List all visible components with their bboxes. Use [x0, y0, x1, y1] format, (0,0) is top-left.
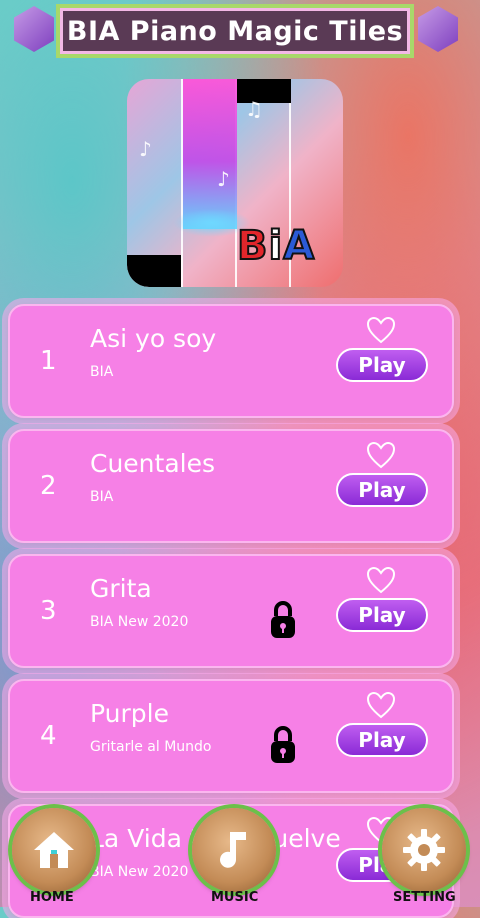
music-note-icon: ♪ [217, 167, 230, 191]
song-card[interactable]: 2 Cuentales BIA Play [8, 429, 454, 543]
song-artist: BIA New 2020 [90, 614, 189, 630]
home-icon [34, 832, 74, 868]
hex-ornament-right-icon [418, 6, 458, 52]
play-button[interactable]: Play [336, 598, 428, 632]
home-button[interactable] [12, 808, 96, 892]
music-note-icon [220, 832, 246, 868]
song-number: 2 [40, 471, 57, 501]
setting-label: SETTING [393, 890, 456, 905]
song-artist: BIA [90, 364, 114, 380]
bia-logo-a: A [282, 222, 316, 270]
song-title: Asi yo soy [90, 324, 217, 353]
black-tile-bottom [127, 255, 181, 287]
song-artist: Gritarle al Mundo [90, 739, 212, 755]
music-label: MUSIC [211, 890, 259, 905]
heart-icon[interactable] [366, 316, 396, 344]
play-button[interactable]: Play [336, 473, 428, 507]
bottom-nav: HOME MUSIC SETTING [0, 808, 480, 907]
music-button[interactable] [192, 808, 276, 892]
lock-icon [271, 601, 295, 638]
heart-icon[interactable] [366, 441, 396, 469]
glowing-tile [183, 79, 237, 229]
song-card[interactable]: 3 Grita BIA New 2020 Play [8, 554, 454, 668]
song-number: 3 [40, 596, 57, 626]
song-artist: BIA [90, 489, 114, 505]
heart-icon[interactable] [366, 691, 396, 719]
song-card[interactable]: 4 Purple Gritarle al Mundo Play [8, 679, 454, 793]
play-button[interactable]: Play [336, 348, 428, 382]
lock-icon [271, 726, 295, 763]
song-number: 4 [40, 721, 57, 751]
home-label: HOME [30, 890, 74, 905]
gear-icon [403, 829, 445, 871]
heart-icon[interactable] [366, 566, 396, 594]
play-button[interactable]: Play [336, 723, 428, 757]
app-title: BIA Piano Magic Tiles [66, 15, 404, 47]
music-note-icon: ♫ [245, 97, 263, 121]
hex-ornament-left-icon [14, 6, 54, 52]
title-bar: BIA Piano Magic Tiles [0, 0, 480, 66]
song-title: Purple [90, 699, 169, 728]
song-title: Cuentales [90, 449, 215, 478]
bia-logo-b: B [236, 222, 269, 270]
title-banner: BIA Piano Magic Tiles [56, 4, 414, 58]
song-card[interactable]: 1 Asi yo soy BIA Play [8, 304, 454, 418]
bia-logo: BiA [236, 222, 316, 270]
song-title: Grita [90, 574, 152, 603]
bia-logo-i: i [268, 222, 284, 270]
album-art: ♪ ♫ ♪ BiA [127, 79, 343, 287]
music-note-icon: ♪ [139, 137, 152, 161]
setting-button[interactable] [382, 808, 466, 892]
song-number: 1 [40, 346, 57, 376]
